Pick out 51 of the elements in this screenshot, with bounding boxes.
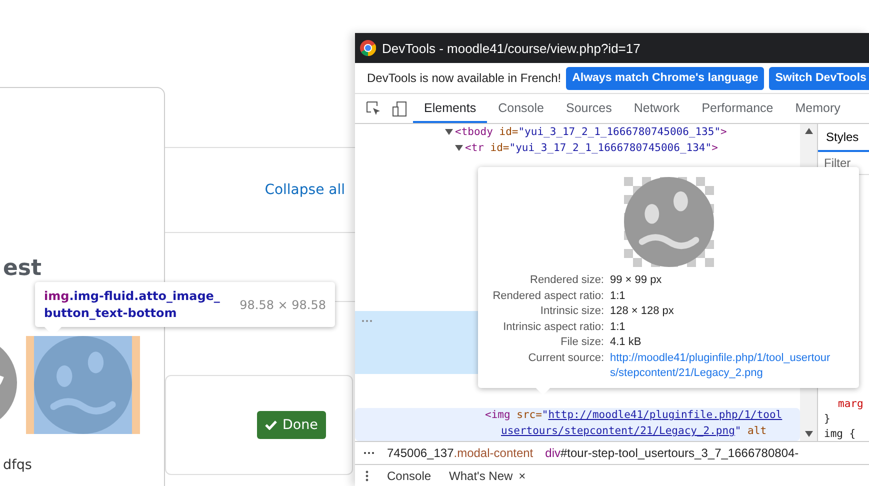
devtools-tab[interactable]: Elements bbox=[413, 94, 488, 123]
expand-arrow-icon[interactable] bbox=[455, 144, 463, 152]
check-icon bbox=[265, 420, 278, 430]
css-rule-text: img { bbox=[823, 428, 857, 441]
devtools-tab[interactable]: Memory bbox=[784, 94, 852, 123]
info-message: DevTools is now available in French! bbox=[367, 71, 562, 85]
image-caption: dfqs bbox=[3, 457, 33, 473]
styles-tab[interactable]: Styles bbox=[818, 124, 869, 152]
breadcrumb[interactable]: div#tour-step-tool_usertours_3_7_1666780804- bbox=[545, 446, 799, 460]
css-rule-text: marg bbox=[837, 398, 864, 411]
window-title: DevTools - moodle41/course/view.php?id=17 bbox=[382, 40, 640, 56]
info-label: Intrinsic aspect ratio: bbox=[502, 320, 604, 334]
kebab-menu-icon[interactable] bbox=[365, 470, 369, 482]
devtools-tab[interactable]: Network bbox=[622, 94, 691, 123]
info-value: 4.1 kB bbox=[610, 335, 642, 350]
dom-node[interactable]: <tr id="yui_3_17_2_1_1666780745006_134"> bbox=[465, 142, 718, 154]
collapse-all-link[interactable]: Collapse all bbox=[264, 182, 345, 198]
breadcrumb[interactable]: 745006_137.modal-content bbox=[387, 446, 534, 460]
info-label: Rendered size: bbox=[529, 273, 604, 288]
source-link[interactable]: http://moodle41/pluginfile.php/1/tool_usertours/stepcontent/21/Legacy_2.png bbox=[610, 350, 836, 382]
expand-arrow-icon[interactable] bbox=[445, 128, 453, 136]
language-button[interactable]: Always match Chrome's language bbox=[566, 66, 764, 90]
dom-node[interactable]: usertours/stepcontent/21/Legacy_2.png" alt bbox=[485, 425, 800, 441]
devtools-tab[interactable]: Performance bbox=[690, 94, 784, 123]
info-label: Current source: bbox=[527, 350, 604, 366]
section-heading: est bbox=[3, 256, 43, 282]
scroll-up-icon[interactable] bbox=[804, 128, 812, 134]
language-button[interactable]: Switch DevTools bbox=[769, 66, 869, 90]
css-rule-text: } bbox=[823, 413, 832, 426]
scroll-down-icon[interactable] bbox=[804, 431, 812, 437]
drawer-tab[interactable]: Console bbox=[387, 468, 432, 482]
info-label: Rendered aspect ratio: bbox=[492, 288, 604, 304]
info-value: 1:1 bbox=[610, 288, 626, 304]
element-selector: img.img-fluid.atto_image_button_text-bottom bbox=[44, 288, 221, 322]
inspect-icon[interactable] bbox=[366, 100, 382, 116]
close-icon[interactable]: × bbox=[518, 468, 526, 482]
devtools-tab[interactable]: Sources bbox=[554, 94, 623, 123]
info-value: 1:1 bbox=[610, 320, 626, 334]
done-button[interactable]: Done bbox=[257, 411, 326, 439]
info-value: 128 × 128 px bbox=[610, 304, 675, 319]
dom-node[interactable]: <tbody id="yui_3_17_2_1_1666780745006_135"> bbox=[455, 126, 727, 138]
device-toolbar-icon[interactable] bbox=[392, 100, 408, 116]
info-label: Intrinsic size: bbox=[539, 304, 604, 319]
devtools-tab[interactable]: Console bbox=[487, 94, 555, 123]
dom-node[interactable]: <img src="http://moodle41/pluginfile.php/1/tool bbox=[485, 409, 800, 425]
browser-logo-icon bbox=[360, 40, 376, 56]
info-value: 99 × 99 px bbox=[610, 273, 663, 288]
drawer-tab[interactable]: What's New bbox=[449, 468, 513, 482]
info-label: File size: bbox=[560, 335, 604, 350]
more-icon[interactable] bbox=[363, 451, 375, 455]
element-size: 98.58 × 98.58 bbox=[240, 298, 326, 312]
